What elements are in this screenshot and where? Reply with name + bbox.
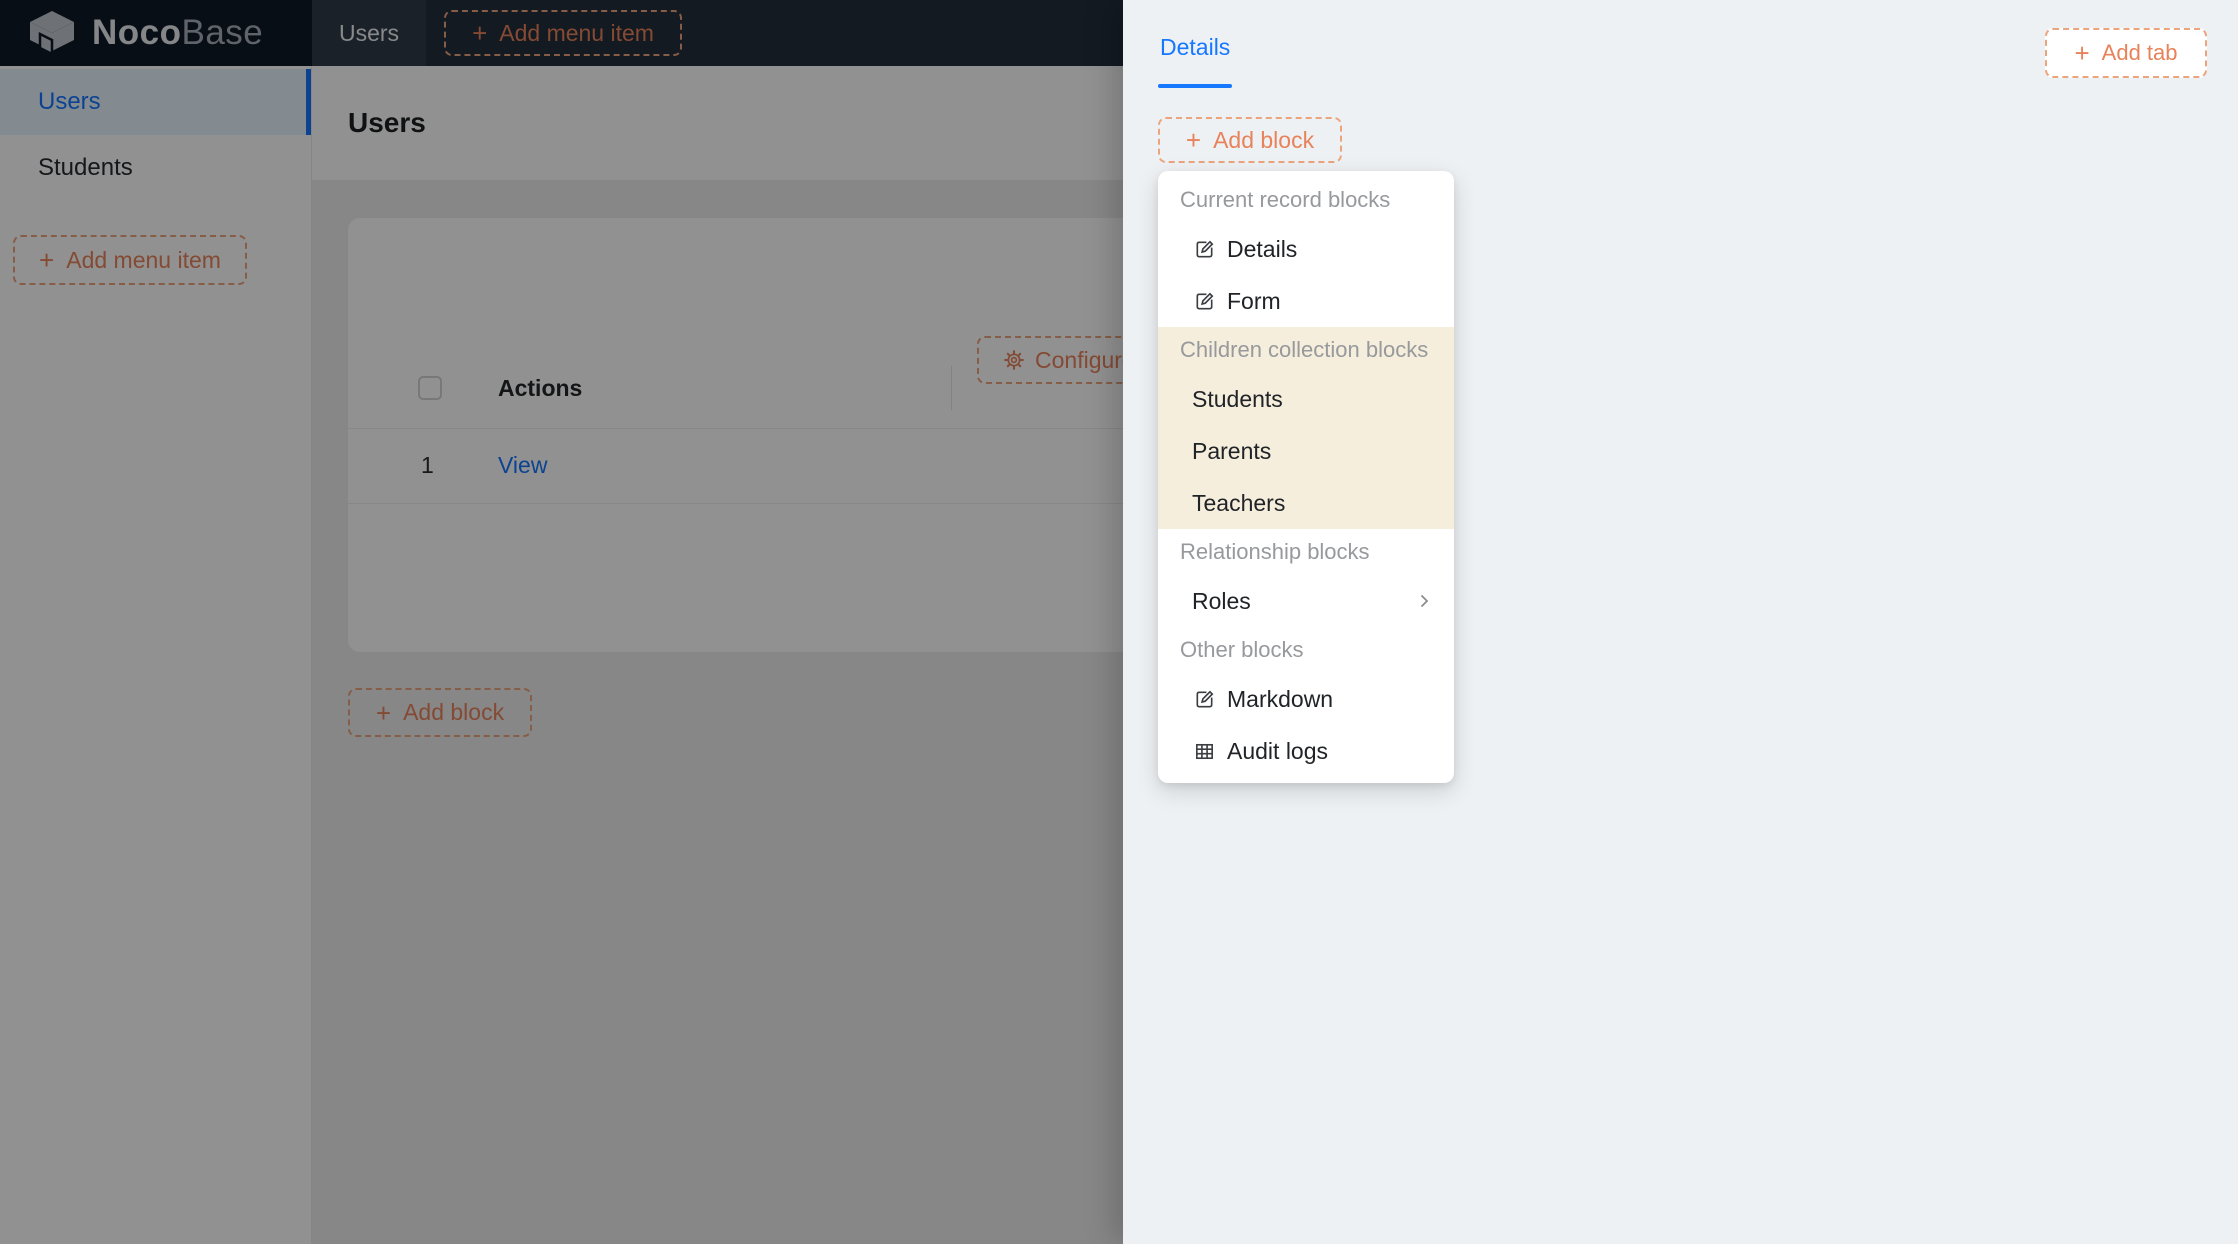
table-icon [1192, 740, 1216, 763]
chevron-right-icon [1416, 593, 1432, 609]
add-tab-button[interactable]: + Add tab [2045, 28, 2207, 78]
drawer-add-block-button[interactable]: + Add block [1158, 117, 1342, 163]
menu-group-header: Other blocks [1158, 627, 1454, 673]
record-drawer: Details + Add tab + Add block Current re… [1123, 0, 2238, 1244]
menu-item-details[interactable]: Details [1158, 223, 1454, 275]
menu-group-header: Relationship blocks [1158, 529, 1454, 575]
app-root: NocoBase Users + Add menu item UsersStud… [0, 0, 2238, 1244]
edit-icon [1192, 290, 1216, 313]
menu-item-form[interactable]: Form [1158, 275, 1454, 327]
menu-section: Current record blocks Details Form [1158, 177, 1454, 327]
plus-icon: + [1186, 127, 1201, 153]
menu-item-label: Markdown [1227, 686, 1333, 713]
add-block-dropdown-menu: Current record blocks Details Form Children… [1158, 171, 1454, 783]
menu-item-label: Form [1227, 288, 1281, 315]
add-tab-label: Add tab [2102, 40, 2178, 66]
drawer-add-block-label: Add block [1213, 127, 1314, 154]
edit-icon [1192, 238, 1216, 261]
menu-item-parents[interactable]: Parents [1158, 425, 1454, 477]
menu-item-roles[interactable]: Roles [1158, 575, 1454, 627]
edit-icon [1192, 688, 1216, 711]
menu-item-students[interactable]: Students [1158, 373, 1454, 425]
active-tab-indicator [1158, 84, 1232, 88]
menu-item-markdown[interactable]: Markdown [1158, 673, 1454, 725]
menu-section: Other blocks Markdown Audit logs [1158, 627, 1454, 777]
menu-item-label: Roles [1192, 588, 1251, 615]
menu-section: Children collection blocks Students Parent… [1158, 327, 1454, 529]
plus-icon: + [2074, 40, 2089, 66]
tab-details[interactable]: Details [1160, 34, 1230, 61]
menu-item-teachers[interactable]: Teachers [1158, 477, 1454, 529]
menu-item-label: Details [1227, 236, 1297, 263]
menu-group-header: Current record blocks [1158, 177, 1454, 223]
menu-item-label: Audit logs [1227, 738, 1328, 765]
menu-section: Relationship blocks Roles [1158, 529, 1454, 627]
menu-item-audit-logs[interactable]: Audit logs [1158, 725, 1454, 777]
menu-item-label: Teachers [1192, 490, 1285, 517]
menu-group-header: Children collection blocks [1158, 327, 1454, 373]
menu-item-label: Parents [1192, 438, 1271, 465]
menu-item-label: Students [1192, 386, 1283, 413]
